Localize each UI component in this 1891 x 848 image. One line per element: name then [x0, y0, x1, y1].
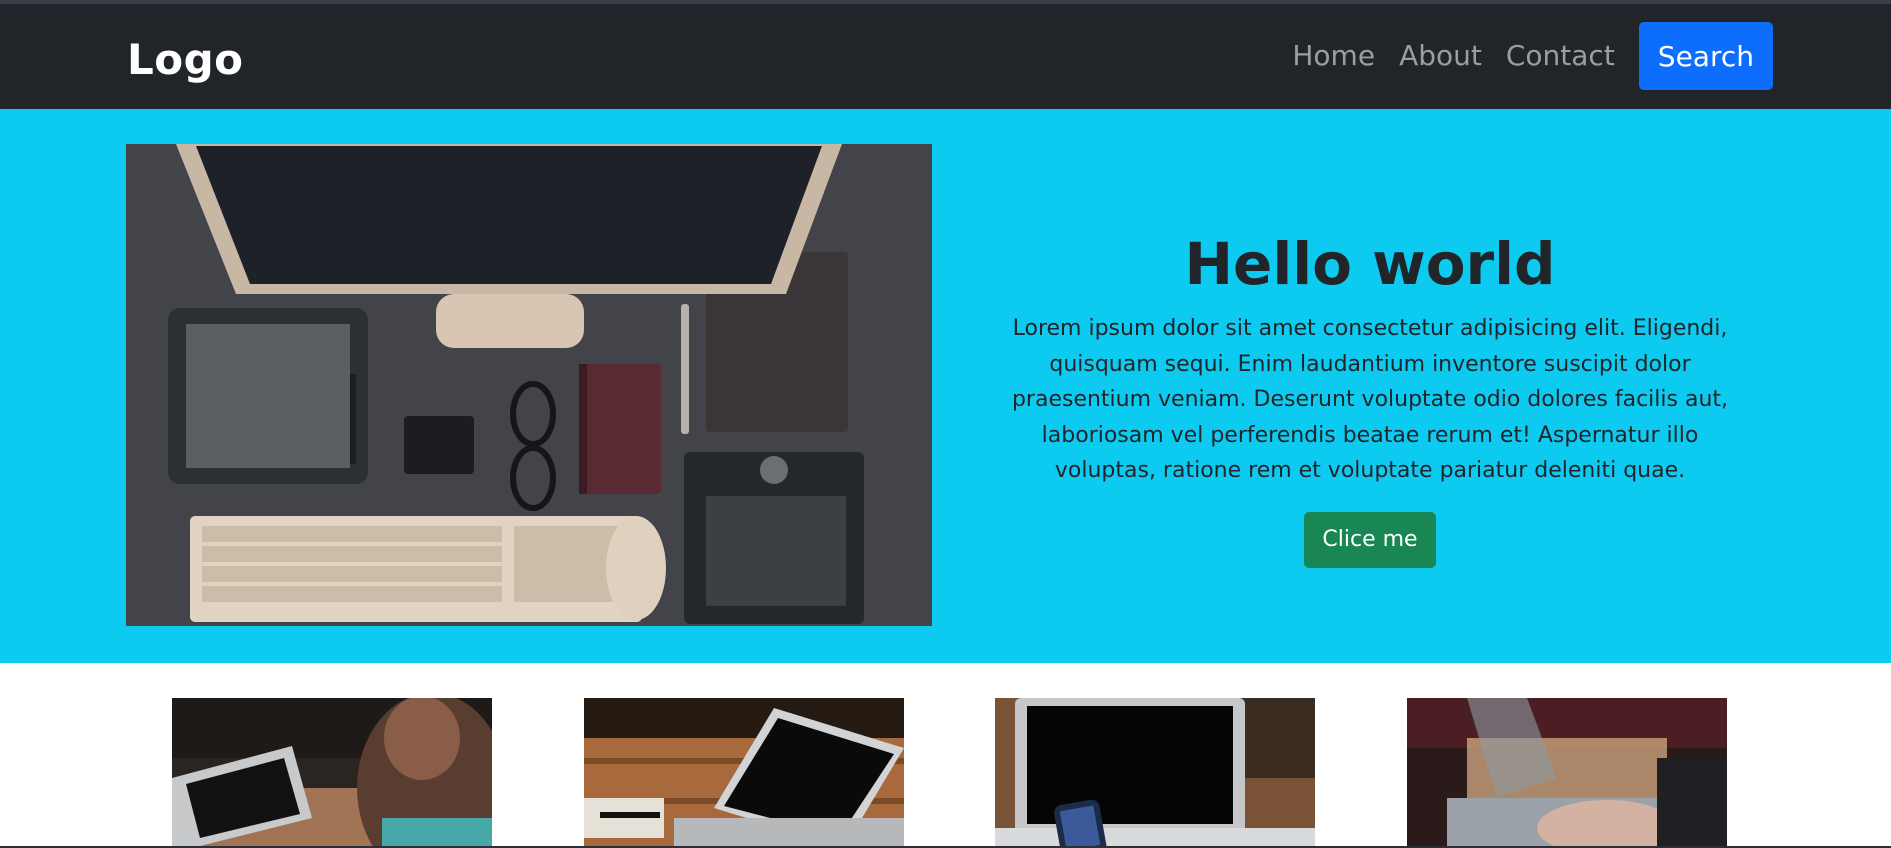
- hero-title: Hello world: [1184, 230, 1556, 298]
- card-image-4[interactable]: [1407, 698, 1727, 848]
- hero-section: Hello world Lorem ipsum dolor sit amet c…: [0, 109, 1891, 663]
- card-grid: [0, 663, 1891, 848]
- nav-link-contact[interactable]: Contact: [1506, 22, 1615, 90]
- card-image-2[interactable]: [584, 698, 904, 848]
- nav-link-about[interactable]: About: [1399, 22, 1482, 90]
- logo[interactable]: Logo: [127, 30, 244, 90]
- person-laptop-photo: [172, 698, 492, 848]
- desk-workspace-photo: [126, 144, 932, 626]
- card-image-1[interactable]: [172, 698, 492, 848]
- hero-paragraph: Lorem ipsum dolor sit amet consectetur a…: [1011, 316, 1729, 483]
- click-me-button[interactable]: Clice me: [1304, 511, 1436, 568]
- navbar: Logo Home About Contact Search: [0, 4, 1891, 109]
- nav-link-home[interactable]: Home: [1292, 22, 1375, 90]
- hero-image: [126, 144, 932, 626]
- laptop-phone-photo: [995, 698, 1315, 848]
- search-button[interactable]: Search: [1638, 22, 1773, 90]
- laptop-desk-photo: [584, 698, 904, 848]
- hero-text: Hello world Lorem ipsum dolor sit amet c…: [990, 221, 1750, 568]
- typing-laptop-photo: [1407, 698, 1727, 848]
- card-image-3[interactable]: [995, 698, 1315, 848]
- nav-links: Home About Contact Search: [1292, 22, 1773, 90]
